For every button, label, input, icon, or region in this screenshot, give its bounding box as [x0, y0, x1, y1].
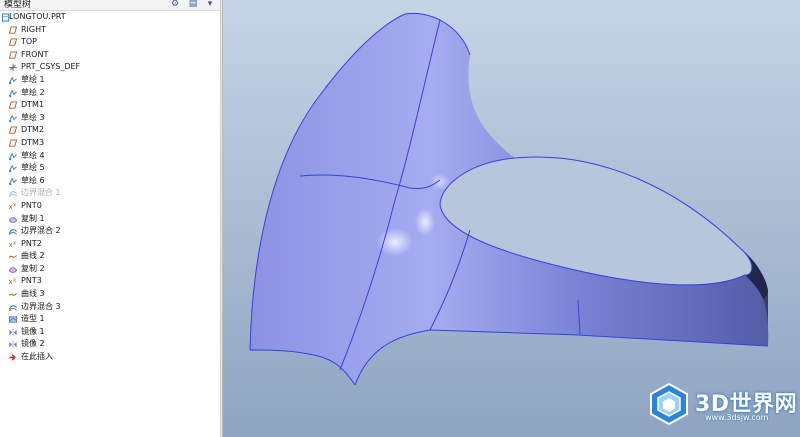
curve-icon: [8, 255, 17, 259]
tree-item-label: 曲线 2: [21, 251, 45, 261]
tree-item[interactable]: 复制 1: [0, 213, 220, 226]
tree-dropdown-icon[interactable]: ▾: [203, 0, 217, 9]
style-icon: [9, 316, 17, 323]
datum-plane-icon: [8, 26, 18, 34]
sketch-icon: [8, 114, 17, 122]
datum-plane-icon: [8, 51, 18, 59]
tree-item-label: DTM1: [21, 100, 45, 110]
tree-settings-icon[interactable]: ⚙: [168, 0, 182, 9]
datum-point-icon: xx: [9, 240, 17, 249]
tree-item-label: 造型 1: [21, 314, 45, 324]
tree-item-label: 草绘 3: [21, 112, 45, 122]
tree-item[interactable]: 镜像 2: [0, 338, 220, 351]
tree-item[interactable]: x x PNT0: [0, 200, 220, 213]
tree-item-label: TOP: [21, 37, 38, 47]
sketch-icon: [8, 177, 17, 185]
tree-item[interactable]: 复制 2: [0, 263, 220, 276]
tree-item-label: 曲线 3: [21, 289, 45, 299]
copy-surface-icon: [8, 216, 18, 223]
sketch-icon: [8, 164, 17, 173]
tree-item-label: PNT2: [21, 238, 42, 248]
tree-item-label: PNT3: [21, 276, 42, 286]
tree-item-label: RIGHT: [21, 24, 47, 34]
tree-item[interactable]: 草绘 3: [0, 112, 220, 125]
datum-point-icon: xx: [9, 278, 17, 287]
datum-point-icon: xx: [9, 202, 17, 211]
datum-plane-icon: [8, 101, 18, 109]
tree-item[interactable]: 镜像 1: [0, 326, 220, 339]
tree-item-label: 边界混合 2: [21, 226, 61, 236]
boundary-blend-icon: [8, 304, 17, 311]
tree-item-label: PRT_CSYS_DEF: [21, 62, 81, 72]
tree-item-label: 镜像 1: [21, 326, 45, 336]
tree-item[interactable]: 草绘 6: [0, 175, 220, 188]
tree-item[interactable]: DTM3: [0, 137, 220, 150]
copy-surface-icon: [8, 267, 18, 273]
svg-text:x: x: [13, 202, 16, 208]
datum-plane-icon: [8, 139, 18, 147]
boundary-blend-icon: [8, 191, 17, 198]
tree-item-label: 草绘 2: [21, 87, 45, 97]
tree-root-label: LONGTOU.PRT: [9, 12, 66, 21]
datum-plane-icon: [8, 126, 18, 134]
tree-item-label: DTM2: [21, 125, 45, 135]
model-tree-panel: 模型树 ⚙ ▤ ▾ LONGTOU.PRT RIGHT TOP FRONT PRT_C…: [0, 0, 220, 437]
tree-item-label: DTM3: [21, 137, 45, 147]
mirror-icon: [9, 328, 17, 336]
tree-item-label: 草绘 4: [21, 150, 45, 160]
tree-item[interactable]: 边界混合 3: [0, 301, 220, 314]
tree-show-icon[interactable]: ▤: [186, 0, 200, 9]
watermark: 3D世界网 www.3dsjw.com: [645, 380, 797, 430]
tree-item-label: 边界混合 3: [21, 301, 61, 311]
tree-item[interactable]: PRT_CSYS_DEF: [0, 61, 220, 74]
tree-root-item[interactable]: LONGTOU.PRT: [0, 11, 220, 24]
tree-item[interactable]: x x PNT3: [0, 275, 220, 288]
tree-item[interactable]: 边界混合 1: [0, 187, 220, 200]
tree-item-label: 草绘 5: [21, 163, 45, 173]
sketch-icon: [8, 76, 17, 85]
graphics-viewport[interactable]: 3D世界网 www.3dsjw.com: [223, 0, 800, 437]
model-tree-header: 模型树 ⚙ ▤ ▾: [0, 0, 220, 11]
boundary-blend-icon: [8, 229, 17, 236]
tree-item[interactable]: 造型 1: [0, 313, 220, 326]
tree-item[interactable]: DTM1: [0, 99, 220, 112]
watermark-url: www.3dsjw.com: [705, 413, 769, 422]
tree-item[interactable]: x x PNT2: [0, 238, 220, 251]
tree-item-label: 镜像 2: [21, 339, 45, 349]
svg-text:x: x: [13, 278, 16, 284]
curve-icon: [8, 293, 17, 296]
tree-item[interactable]: 曲线 2: [0, 250, 220, 263]
tree-item-label: 复制 1: [21, 213, 45, 223]
watermark-logo-icon: [650, 382, 688, 426]
tree-item-label: 复制 2: [21, 263, 45, 273]
tree-item[interactable]: 草绘 2: [0, 87, 220, 100]
tree-item[interactable]: 草绘 5: [0, 162, 220, 175]
tree-item[interactable]: 曲线 3: [0, 288, 220, 301]
sketch-icon: [8, 152, 17, 160]
csys-icon: [9, 64, 17, 72]
tree-item-label: PNT0: [21, 200, 42, 210]
tree-item[interactable]: FRONT: [0, 49, 220, 62]
tree-item-label: 草绘 1: [21, 74, 45, 84]
tree-item-label: 边界混合 1: [21, 188, 61, 198]
tree-item[interactable]: 草绘 1: [0, 74, 220, 87]
tree-item[interactable]: 边界混合 2: [0, 225, 220, 238]
tree-item-label: 在此插入: [21, 352, 53, 362]
model-tree-list: LONGTOU.PRT RIGHT TOP FRONT PRT_CSYS_DEF 草绘 …: [0, 11, 220, 364]
tree-item[interactable]: 在此插入: [0, 351, 220, 364]
model-tree-title: 模型树: [4, 0, 32, 10]
tree-item[interactable]: DTM2: [0, 124, 220, 137]
svg-text:x: x: [13, 240, 16, 246]
tree-item-label: FRONT: [21, 49, 49, 59]
tree-item-label: 草绘 6: [21, 175, 45, 185]
surface-model: [249, 12, 769, 386]
mirror-icon: [9, 341, 17, 349]
datum-plane-icon: [8, 38, 18, 46]
insert-here-arrow-icon: [9, 354, 16, 361]
sketch-icon: [8, 89, 17, 97]
tree-item[interactable]: RIGHT: [0, 24, 220, 37]
tree-item[interactable]: TOP: [0, 36, 220, 49]
tree-item[interactable]: 草绘 4: [0, 150, 220, 163]
